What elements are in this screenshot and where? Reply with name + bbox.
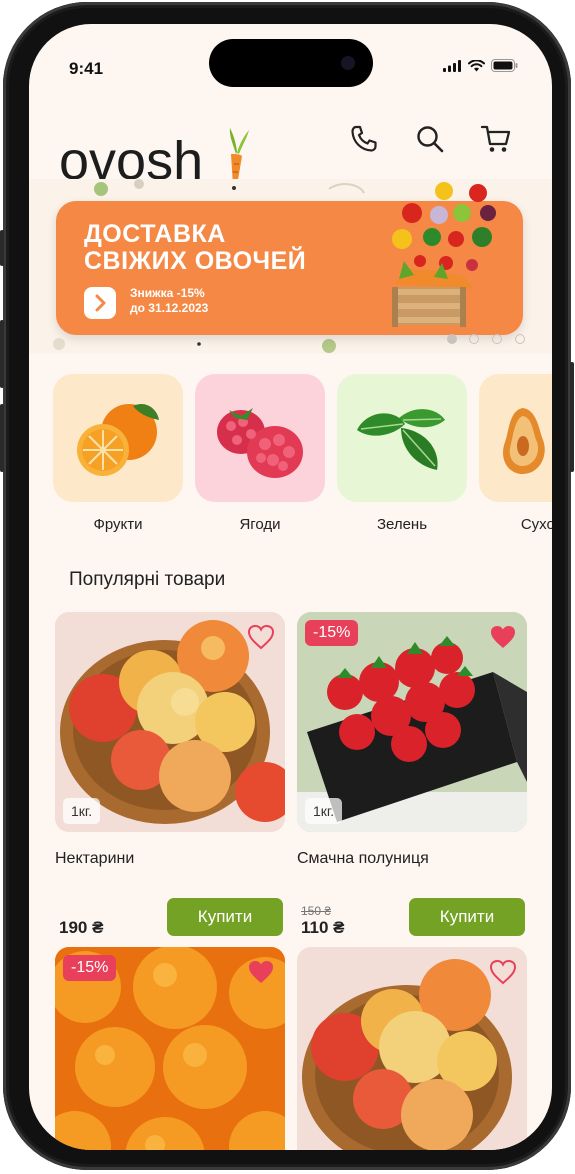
product-image[interactable]: 1кг.	[55, 612, 285, 832]
status-time: 9:41	[69, 59, 104, 78]
basil-icon	[357, 409, 445, 470]
volume-down-button	[0, 404, 4, 472]
category-label: Зелень	[376, 516, 428, 533]
heart-outline-icon[interactable]	[247, 624, 275, 650]
pagination-dot[interactable]	[469, 334, 479, 344]
pagination-dot[interactable]	[515, 334, 525, 344]
pagination-dot[interactable]	[492, 334, 502, 344]
camera-icon	[341, 56, 355, 70]
buy-button[interactable]: Купити	[409, 898, 525, 936]
product-card[interactable]: -15% 1кг. Смачна полуниця 150 ₴ 110 ₴ Ку…	[297, 612, 527, 940]
status-bar: 9:41	[29, 24, 552, 104]
pagination-dot[interactable]	[447, 334, 457, 344]
banner-discount: Знижка -15%	[130, 286, 205, 300]
price-row: 150 ₴ 110 ₴ Купити	[297, 898, 527, 940]
banner-date: до 31.12.2023	[130, 301, 209, 315]
category-greens[interactable]: Зелень	[337, 374, 467, 533]
product-image[interactable]	[297, 947, 527, 1150]
category-berries[interactable]: Ягоди	[195, 374, 325, 533]
product-name[interactable]: Смачна полуниця	[297, 850, 527, 868]
product-name[interactable]: Нектарини	[55, 850, 285, 868]
screen: 9:41 ovosh ДОСТАВКА СВІЖИХ ОВОЧЕЙ Знижка…	[29, 24, 552, 1150]
vegetable-crate-illustration	[392, 182, 496, 327]
cart-icon[interactable]	[479, 122, 513, 156]
category-fruits[interactable]: Фрукти	[53, 374, 183, 533]
wifi-icon	[468, 59, 485, 71]
power-button	[570, 362, 574, 472]
category-label: Сухоф	[520, 516, 552, 533]
heart-filled-icon[interactable]	[247, 959, 275, 985]
category-label: Ягоди	[239, 516, 281, 533]
dried-pear-icon	[503, 408, 545, 474]
mute-switch	[0, 230, 4, 266]
heart-outline-icon[interactable]	[489, 959, 517, 985]
category-list: Фрукти Ягоди Зелень Сухо	[29, 374, 552, 544]
banner-subtitle: Знижка -15% до 31.12.2023	[130, 286, 208, 316]
heart-filled-icon[interactable]	[489, 624, 517, 650]
buy-button[interactable]: Купити	[167, 898, 283, 936]
phone-frame: 9:41 ovosh ДОСТАВКА СВІЖИХ ОВОЧЕЙ Знижка…	[0, 2, 574, 1170]
promo-banner[interactable]: ДОСТАВКА СВІЖИХ ОВОЧЕЙ Знижка -15% до 31…	[56, 182, 523, 335]
category-berries-tile[interactable]	[195, 374, 325, 502]
discount-badge: -15%	[305, 620, 359, 646]
volume-up-button	[0, 320, 4, 388]
product-price: 110 ₴	[301, 918, 345, 937]
weight-badge: 1кг.	[305, 798, 343, 824]
chevron-right-icon	[95, 294, 106, 312]
product-card[interactable]	[297, 947, 527, 1150]
orange-icon	[77, 403, 159, 476]
phone-icon[interactable]	[347, 122, 381, 156]
old-price: 150 ₴	[301, 904, 332, 918]
promo-banner-carousel[interactable]: ДОСТАВКА СВІЖИХ ОВОЧЕЙ Знижка -15% до 31…	[29, 179, 552, 354]
banner-title-line1: ДОСТАВКА	[84, 220, 226, 248]
battery-icon	[491, 59, 518, 72]
popular-section-title: Популярні товари	[69, 569, 226, 590]
category-greens-tile[interactable]	[337, 374, 467, 502]
price-row: 190 ₴ Купити	[55, 898, 285, 940]
search-icon[interactable]	[413, 122, 447, 156]
banner-title: ДОСТАВКА СВІЖИХ ОВОЧЕЙ	[84, 221, 354, 275]
banner-open-button[interactable]	[84, 287, 116, 319]
signal-icon	[443, 59, 461, 72]
product-image[interactable]: -15% 1кг.	[297, 612, 527, 832]
product-card[interactable]: -15%	[55, 947, 285, 1150]
product-price: 190 ₴	[59, 918, 104, 937]
category-label: Фрукти	[93, 516, 143, 533]
category-fruits-tile[interactable]	[53, 374, 183, 502]
banner-title-line2: СВІЖИХ ОВОЧЕЙ	[84, 247, 307, 275]
raspberry-icon	[217, 408, 303, 478]
category-dried-fruits[interactable]: Сухоф	[479, 374, 552, 533]
category-dried-fruits-tile[interactable]	[479, 374, 552, 502]
app-header: ovosh	[29, 104, 552, 191]
weight-badge: 1кг.	[63, 798, 101, 824]
product-image[interactable]: -15%	[55, 947, 285, 1150]
dynamic-island	[209, 39, 373, 87]
status-icons	[443, 59, 518, 72]
product-card[interactable]: 1кг. Нектарини 190 ₴ Купити	[55, 612, 285, 940]
discount-badge: -15%	[63, 955, 117, 981]
